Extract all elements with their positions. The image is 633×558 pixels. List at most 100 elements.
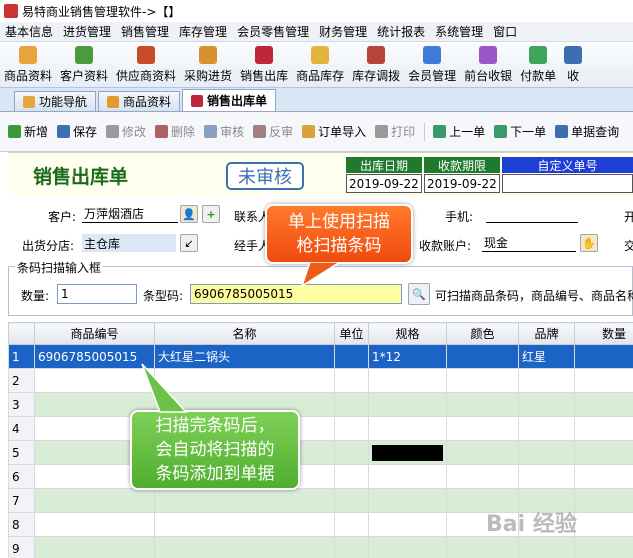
action-button-8[interactable]: 打印 xyxy=(375,123,415,140)
toolbar-button-7[interactable]: 库存调拨 xyxy=(348,46,404,87)
barcode-search-icon[interactable]: 🔍 xyxy=(408,283,430,305)
table-cell[interactable]: 0 xyxy=(574,416,633,441)
toolbar-button-8[interactable]: 会员管理 xyxy=(404,46,460,87)
table-cell[interactable]: 0 xyxy=(574,536,633,558)
column-header-3[interactable]: 单位 xyxy=(334,322,369,345)
table-row[interactable]: 50 xyxy=(8,440,633,465)
table-cell[interactable]: 4 xyxy=(8,416,35,441)
table-cell[interactable]: 6 xyxy=(8,464,35,489)
table-cell[interactable] xyxy=(368,416,447,441)
tab-2[interactable]: 商品资料 xyxy=(98,91,181,111)
table-cell[interactable] xyxy=(34,512,155,537)
action-button-2[interactable]: 保存 xyxy=(57,123,97,140)
add-customer-icon[interactable]: + xyxy=(202,205,220,223)
column-header-0[interactable] xyxy=(8,322,35,345)
table-cell[interactable]: 1*12 xyxy=(368,344,447,369)
table-cell[interactable] xyxy=(334,344,369,369)
table-row[interactable]: 60 xyxy=(8,464,633,489)
table-row[interactable]: 20 xyxy=(8,368,633,393)
action-button-1[interactable]: 新增 xyxy=(8,123,48,140)
table-cell[interactable] xyxy=(368,440,447,465)
table-cell[interactable]: 0 xyxy=(574,368,633,393)
column-header-5[interactable]: 颜色 xyxy=(446,322,519,345)
column-header-1[interactable]: 商品编号 xyxy=(34,322,155,345)
column-header-4[interactable]: 规格 xyxy=(368,322,447,345)
menu-item-6[interactable]: 财务管理 xyxy=(314,23,372,40)
table-cell[interactable]: 5 xyxy=(8,440,35,465)
column-header-7[interactable]: 数量 xyxy=(574,322,633,345)
table-cell[interactable] xyxy=(446,368,519,393)
table-cell[interactable] xyxy=(334,512,369,537)
table-cell[interactable] xyxy=(446,392,519,417)
table-cell[interactable]: 0 xyxy=(574,488,633,513)
table-cell[interactable]: 2 xyxy=(8,368,35,393)
table-cell[interactable] xyxy=(368,368,447,393)
table-cell[interactable] xyxy=(334,464,369,489)
toolbar-button-10[interactable]: 付款单 xyxy=(516,46,560,87)
table-cell[interactable] xyxy=(446,536,519,558)
action-button-5[interactable]: 审核 xyxy=(204,123,244,140)
table-cell[interactable]: 1 xyxy=(8,344,35,369)
barcode-input[interactable]: 6906785005015 xyxy=(190,284,402,304)
table-cell[interactable]: 1 xyxy=(574,344,633,369)
table-row[interactable]: 40 xyxy=(8,416,633,441)
phone-field[interactable] xyxy=(486,205,578,223)
table-cell[interactable] xyxy=(368,512,447,537)
table-row[interactable]: 90 xyxy=(8,536,633,558)
table-cell[interactable]: 6906785005015 xyxy=(34,344,155,369)
table-cell[interactable] xyxy=(334,392,369,417)
branch-field[interactable]: 主仓库 xyxy=(82,234,176,252)
menu-item-1[interactable]: 基本信息 xyxy=(0,23,58,40)
table-cell[interactable] xyxy=(446,344,519,369)
table-cell[interactable] xyxy=(34,536,155,558)
table-cell[interactable] xyxy=(34,488,155,513)
table-cell[interactable]: 0 xyxy=(574,440,633,465)
action-button-9[interactable]: 上一单 xyxy=(433,123,485,140)
toolbar-button-11[interactable]: 收 xyxy=(560,46,586,87)
table-cell[interactable] xyxy=(154,512,335,537)
table-cell[interactable]: 红星 xyxy=(518,344,575,369)
table-cell[interactable] xyxy=(334,488,369,513)
table-cell[interactable] xyxy=(518,392,575,417)
table-cell[interactable] xyxy=(154,488,335,513)
table-cell[interactable] xyxy=(334,440,369,465)
table-cell[interactable] xyxy=(368,464,447,489)
toolbar-button-9[interactable]: 前台收银 xyxy=(460,46,516,87)
table-cell[interactable] xyxy=(446,440,519,465)
action-button-4[interactable]: 删除 xyxy=(155,123,195,140)
table-cell[interactable]: 9 xyxy=(8,536,35,558)
table-cell[interactable]: 8 xyxy=(8,512,35,537)
toolbar-button-5[interactable]: 销售出库 xyxy=(236,46,292,87)
table-cell[interactable] xyxy=(334,368,369,393)
customer-picker-icon[interactable]: 👤 xyxy=(180,205,198,223)
menu-item-7[interactable]: 统计报表 xyxy=(372,23,430,40)
action-button-10[interactable]: 下一单 xyxy=(494,123,546,140)
table-cell[interactable] xyxy=(154,536,335,558)
menu-item-8[interactable]: 系统管理 xyxy=(430,23,488,40)
column-header-6[interactable]: 品牌 xyxy=(518,322,575,345)
customer-field[interactable]: 万萍烟酒店 xyxy=(82,205,178,223)
table-cell[interactable]: 0 xyxy=(574,464,633,489)
menu-item-3[interactable]: 销售管理 xyxy=(116,23,174,40)
menu-item-9[interactable]: 窗口 xyxy=(488,23,522,40)
tab-3[interactable]: 销售出库单 xyxy=(182,89,277,111)
toolbar-button-4[interactable]: 采购进货 xyxy=(180,46,236,87)
toolbar-button-1[interactable]: 商品资料 xyxy=(0,46,56,87)
table-cell[interactable] xyxy=(334,416,369,441)
account-field[interactable]: 现金 xyxy=(482,234,576,252)
table-cell[interactable] xyxy=(518,368,575,393)
table-cell[interactable] xyxy=(518,536,575,558)
menu-item-5[interactable]: 会员零售管理 xyxy=(232,23,314,40)
table-cell[interactable] xyxy=(368,536,447,558)
table-cell[interactable] xyxy=(518,440,575,465)
table-row[interactable]: 16906785005015大红星二锅头1*12红星1 xyxy=(8,344,633,369)
table-cell[interactable] xyxy=(518,416,575,441)
menu-item-2[interactable]: 进货管理 xyxy=(58,23,116,40)
action-button-7[interactable]: 订单导入 xyxy=(302,123,366,140)
column-header-2[interactable]: 名称 xyxy=(154,322,335,345)
account-picker-icon[interactable]: ✋ xyxy=(580,234,598,252)
action-button-11[interactable]: 单据查询 xyxy=(555,123,619,140)
toolbar-button-6[interactable]: 商品库存 xyxy=(292,46,348,87)
qty-input[interactable]: 1 xyxy=(57,284,137,304)
table-cell[interactable] xyxy=(518,464,575,489)
